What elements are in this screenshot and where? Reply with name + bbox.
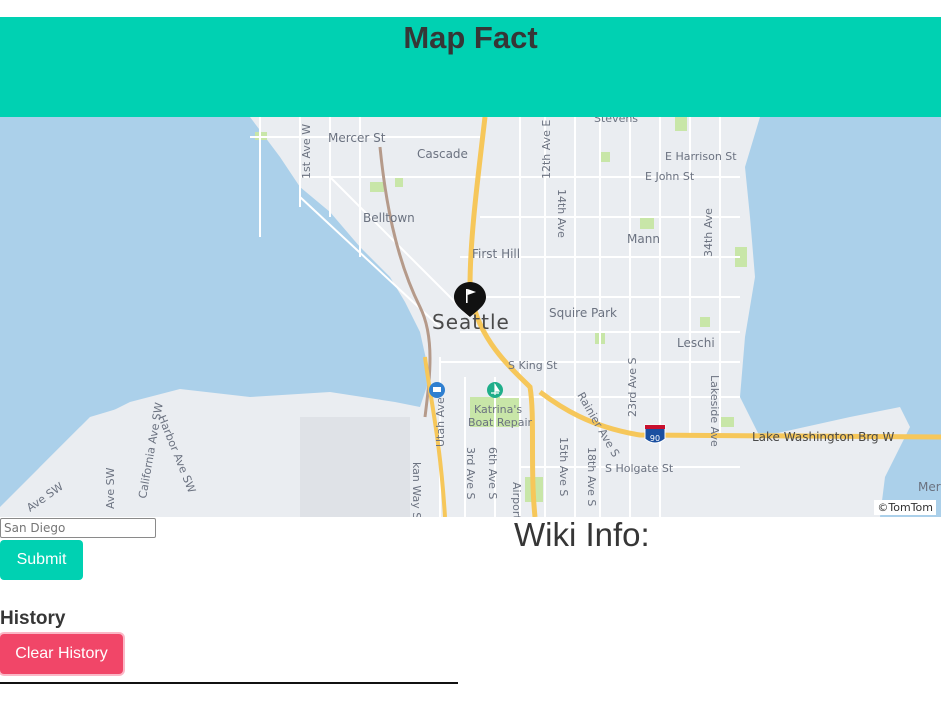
- label-mercer: Mercer St: [328, 131, 386, 145]
- label-first-hill: First Hill: [472, 247, 520, 261]
- label-ave-sw: Ave SW: [104, 467, 117, 509]
- label-3rd-ave: 3rd Ave S: [464, 447, 477, 499]
- label-kan-way: kan Way S: [410, 462, 423, 517]
- label-leschi: Leschi: [677, 336, 715, 350]
- industrial-area: [300, 417, 410, 517]
- label-stevens: Stevens: [594, 117, 638, 125]
- label-squire-park: Squire Park: [549, 306, 617, 320]
- label-15th-ave: 15th Ave S: [557, 437, 570, 496]
- page-title: Map Fact: [403, 20, 538, 55]
- label-34th-ave: 34th Ave: [702, 208, 715, 257]
- map-attribution[interactable]: ©TomTom: [874, 500, 936, 515]
- label-18th-ave: 18th Ave S: [585, 447, 598, 506]
- label-mann: Mann: [627, 232, 660, 246]
- history-list: [0, 682, 458, 684]
- label-e-harrison: E Harrison St: [665, 150, 737, 163]
- map-view[interactable]: 90 Mercer St Cascade Belltown First Hill…: [0, 117, 941, 517]
- label-lakeside: Lakeside Ave: [708, 375, 721, 447]
- label-12th-ave: 12th Ave E: [540, 120, 553, 179]
- label-14th-ave: 14th Ave: [555, 189, 568, 238]
- interstate-90-shield: 90: [644, 424, 666, 444]
- wiki-info-title: Wiki Info:: [514, 516, 650, 553]
- label-e-john: E John St: [645, 170, 695, 183]
- submit-button[interactable]: Submit: [0, 540, 83, 580]
- history-title: History: [0, 608, 66, 629]
- interstate-number: 90: [650, 434, 660, 443]
- header-banner: Map Fact: [0, 17, 941, 117]
- map-canvas[interactable]: 90 Mercer St Cascade Belltown First Hill…: [0, 117, 941, 517]
- marina-icon: [487, 382, 503, 398]
- label-cascade: Cascade: [417, 147, 468, 161]
- clear-history-button[interactable]: Clear History: [0, 634, 123, 674]
- label-s-king: S King St: [508, 359, 558, 372]
- label-23rd-ave: 23rd Ave S: [626, 358, 639, 417]
- label-boat-repair: Boat Repair: [468, 416, 533, 429]
- label-mer: Mer: [918, 480, 941, 494]
- label-belltown: Belltown: [363, 211, 415, 225]
- city-search-input[interactable]: [0, 518, 156, 538]
- label-6th-ave: 6th Ave S: [486, 447, 499, 499]
- label-airport: Airport: [510, 482, 523, 517]
- label-lake-washington-brg: Lake Washington Brg W: [752, 430, 894, 444]
- ferry-icon: [429, 382, 445, 398]
- label-katrina: Katrina's: [474, 403, 522, 416]
- label-s-holgate: S Holgate St: [605, 462, 674, 475]
- label-1st-ave: 1st Ave W: [300, 124, 313, 179]
